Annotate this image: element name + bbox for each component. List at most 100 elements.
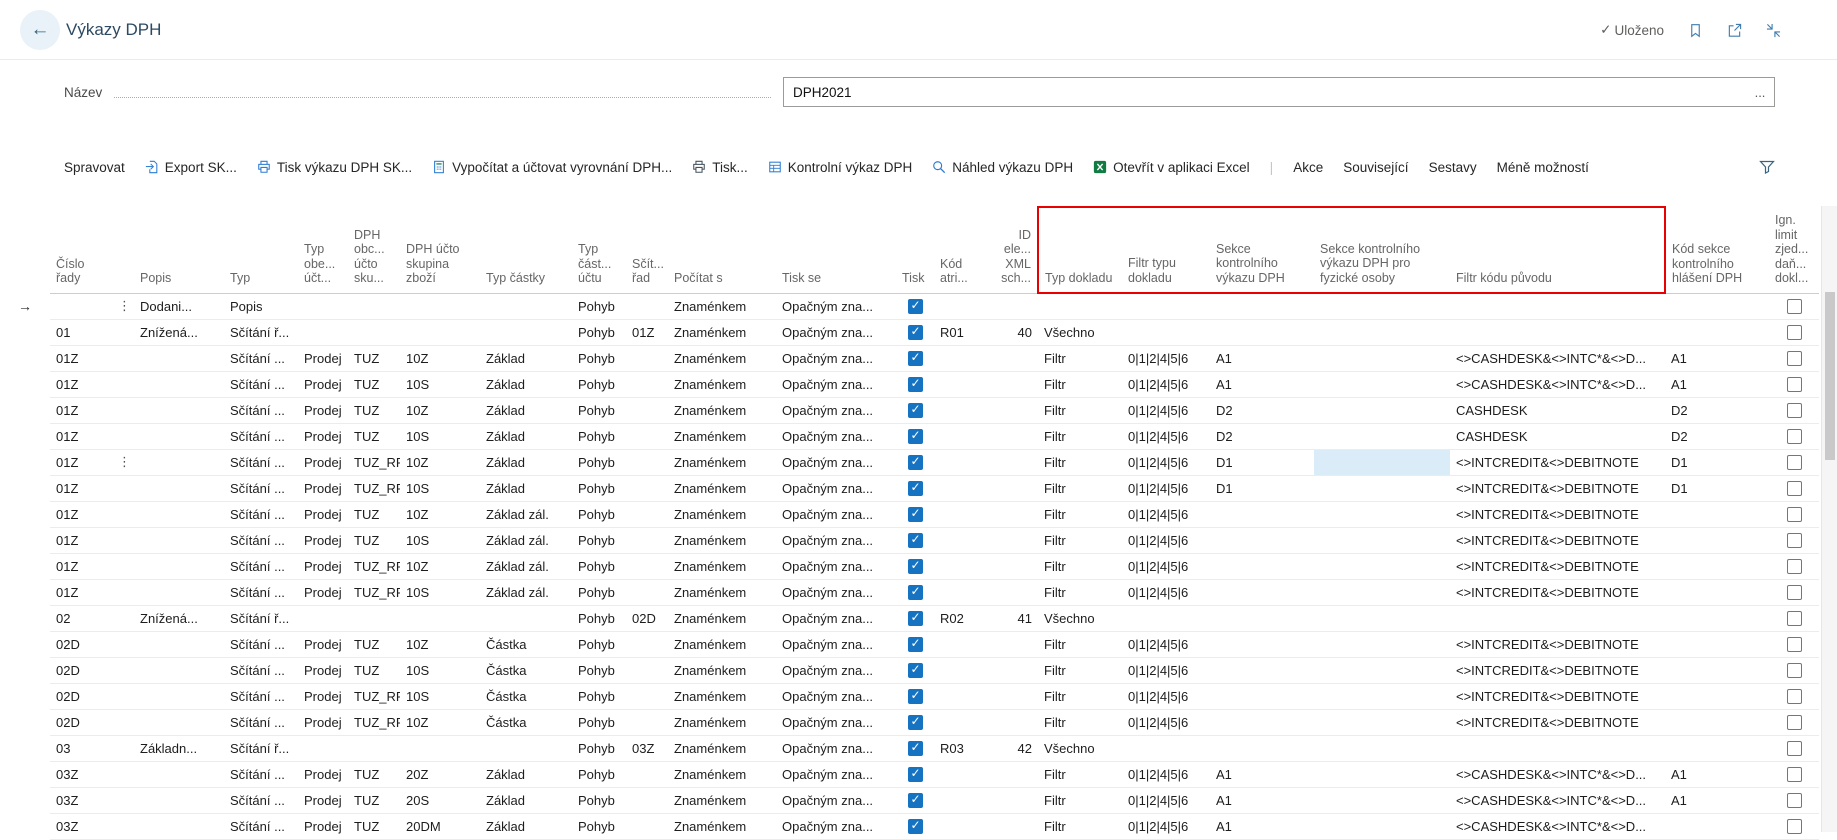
row-selector[interactable]	[0, 605, 50, 631]
row-selector[interactable]	[0, 683, 50, 709]
ign_limit-checkbox[interactable]	[1787, 377, 1802, 392]
cell-typ_castky[interactable]: Základ	[480, 371, 572, 397]
cell-tisk[interactable]	[896, 319, 934, 345]
cell-dph_ucto_skupina_zbozi[interactable]: 10Z	[400, 501, 480, 527]
cell-kod_atri[interactable]	[934, 345, 990, 371]
cell-typ_obe_uct[interactable]: Prodej	[298, 475, 348, 501]
cell-typ_cast_uctu[interactable]: Pohyb	[572, 475, 626, 501]
cell-sekce_kv_dph_fo[interactable]	[1314, 735, 1450, 761]
ign_limit-checkbox[interactable]	[1787, 403, 1802, 418]
cell-kod_sekce_kh_dph[interactable]: D1	[1665, 449, 1769, 475]
cell-id_ele_xml_sch[interactable]	[990, 631, 1038, 657]
cell-sekce_kv_dph[interactable]	[1210, 501, 1314, 527]
open-in-window-icon[interactable]	[1727, 23, 1742, 38]
cell-dph_obc_ucto_sku[interactable]: TUZ_RP	[348, 449, 400, 475]
cell-sekce_kv_dph[interactable]: D2	[1210, 423, 1314, 449]
cell-sekce_kv_dph_fo[interactable]	[1314, 683, 1450, 709]
cell-typ_castky[interactable]: Částka	[480, 657, 572, 683]
cell-filtr_kodu_puvodu[interactable]: <>INTCREDIT&<>DEBITNOTE	[1450, 579, 1665, 605]
cell-scit_rad[interactable]	[626, 709, 668, 735]
cell-filtr_kodu_puvodu[interactable]: <>INTCREDIT&<>DEBITNOTE	[1450, 527, 1665, 553]
cell-typ_cast_uctu[interactable]: Pohyb	[572, 787, 626, 813]
cell-ign_limit[interactable]	[1769, 423, 1819, 449]
cell-typ_cast_uctu[interactable]: Pohyb	[572, 553, 626, 579]
ign_limit-checkbox[interactable]	[1787, 481, 1802, 496]
cell-dph_obc_ucto_sku[interactable]: TUZ_RP	[348, 475, 400, 501]
cell-dph_ucto_skupina_zbozi[interactable]: 10Z	[400, 709, 480, 735]
row-selector[interactable]	[0, 449, 50, 475]
cell-ign_limit[interactable]	[1769, 501, 1819, 527]
cell-kod_atri[interactable]	[934, 397, 990, 423]
cell-tisk[interactable]	[896, 423, 934, 449]
cell-dph_obc_ucto_sku[interactable]: TUZ_RP	[348, 553, 400, 579]
cell-filtr_typu_dokladu[interactable]: 0|1|2|4|5|6	[1122, 813, 1210, 839]
cell-tisk[interactable]	[896, 709, 934, 735]
cell-sekce_kv_dph_fo[interactable]	[1314, 579, 1450, 605]
cell-popis[interactable]	[134, 709, 224, 735]
tisk-checkbox[interactable]	[908, 585, 923, 600]
cell-tisk[interactable]	[896, 345, 934, 371]
cell-tisk[interactable]	[896, 371, 934, 397]
cell-sekce_kv_dph[interactable]: D2	[1210, 397, 1314, 423]
cell-typ_castky[interactable]	[480, 605, 572, 631]
cell-pocitat_s[interactable]: Znaménkem	[668, 527, 776, 553]
cell-typ[interactable]: Popis	[224, 293, 298, 319]
cell-dph_ucto_skupina_zbozi[interactable]: 10Z	[400, 397, 480, 423]
cell-cislo_rady[interactable]: 02D	[50, 657, 134, 683]
ign_limit-checkbox[interactable]	[1787, 559, 1802, 574]
cell-id_ele_xml_sch[interactable]	[990, 813, 1038, 839]
cell-cislo_rady[interactable]: 02	[50, 605, 134, 631]
cell-typ[interactable]: Sčítání ...	[224, 787, 298, 813]
ign_limit-checkbox[interactable]	[1787, 455, 1802, 470]
cell-ign_limit[interactable]	[1769, 579, 1819, 605]
cell-filtr_typu_dokladu[interactable]: 0|1|2|4|5|6	[1122, 371, 1210, 397]
cell-pocitat_s[interactable]: Znaménkem	[668, 579, 776, 605]
cell-typ_cast_uctu[interactable]: Pohyb	[572, 371, 626, 397]
cell-sekce_kv_dph_fo[interactable]	[1314, 449, 1450, 475]
ign_limit-checkbox[interactable]	[1787, 663, 1802, 678]
cell-tisk_se[interactable]: Opačným zna...	[776, 631, 896, 657]
cell-typ[interactable]: Sčítání ...	[224, 683, 298, 709]
cell-typ[interactable]: Sčítání ...	[224, 423, 298, 449]
cell-scit_rad[interactable]	[626, 293, 668, 319]
cell-sekce_kv_dph[interactable]	[1210, 319, 1314, 345]
cell-tisk[interactable]	[896, 553, 934, 579]
cell-typ_castky[interactable]: Částka	[480, 709, 572, 735]
cell-typ_castky[interactable]: Základ zál.	[480, 501, 572, 527]
cell-typ[interactable]: Sčítání ...	[224, 501, 298, 527]
cell-cislo_rady[interactable]: 03Z	[50, 813, 134, 839]
cell-typ_cast_uctu[interactable]: Pohyb	[572, 631, 626, 657]
cell-cislo_rady[interactable]: 01Z	[50, 501, 134, 527]
row-selector[interactable]	[0, 813, 50, 839]
cell-filtr_kodu_puvodu[interactable]: <>INTCREDIT&<>DEBITNOTE	[1450, 657, 1665, 683]
cell-filtr_typu_dokladu[interactable]: 0|1|2|4|5|6	[1122, 501, 1210, 527]
cell-dph_ucto_skupina_zbozi[interactable]: 10Z	[400, 631, 480, 657]
cell-filtr_typu_dokladu[interactable]: 0|1|2|4|5|6	[1122, 579, 1210, 605]
ign_limit-checkbox[interactable]	[1787, 507, 1802, 522]
cell-filtr_typu_dokladu[interactable]: 0|1|2|4|5|6	[1122, 657, 1210, 683]
ign_limit-checkbox[interactable]	[1787, 325, 1802, 340]
filter-button[interactable]	[1759, 159, 1775, 175]
cell-pocitat_s[interactable]: Znaménkem	[668, 631, 776, 657]
row-selector[interactable]	[0, 553, 50, 579]
cell-kod_atri[interactable]	[934, 527, 990, 553]
cell-sekce_kv_dph[interactable]: A1	[1210, 813, 1314, 839]
cell-tisk_se[interactable]: Opačným zna...	[776, 683, 896, 709]
cell-dph_ucto_skupina_zbozi[interactable]: 10Z	[400, 553, 480, 579]
cell-typ_dokladu[interactable]: Filtr	[1038, 475, 1122, 501]
row-selector[interactable]	[0, 657, 50, 683]
cell-id_ele_xml_sch[interactable]	[990, 579, 1038, 605]
cell-scit_rad[interactable]: 03Z	[626, 735, 668, 761]
cell-kod_atri[interactable]	[934, 449, 990, 475]
ign_limit-checkbox[interactable]	[1787, 715, 1802, 730]
cell-dph_obc_ucto_sku[interactable]: TUZ	[348, 527, 400, 553]
cell-sekce_kv_dph[interactable]	[1210, 579, 1314, 605]
cell-pocitat_s[interactable]: Znaménkem	[668, 813, 776, 839]
cell-typ[interactable]: Sčítání ...	[224, 631, 298, 657]
tisk-checkbox[interactable]	[908, 377, 923, 392]
cell-typ_dokladu[interactable]: Filtr	[1038, 657, 1122, 683]
cell-typ_castky[interactable]: Základ	[480, 475, 572, 501]
cell-tisk[interactable]	[896, 761, 934, 787]
cell-tisk[interactable]	[896, 657, 934, 683]
cell-kod_atri[interactable]: R01	[934, 319, 990, 345]
